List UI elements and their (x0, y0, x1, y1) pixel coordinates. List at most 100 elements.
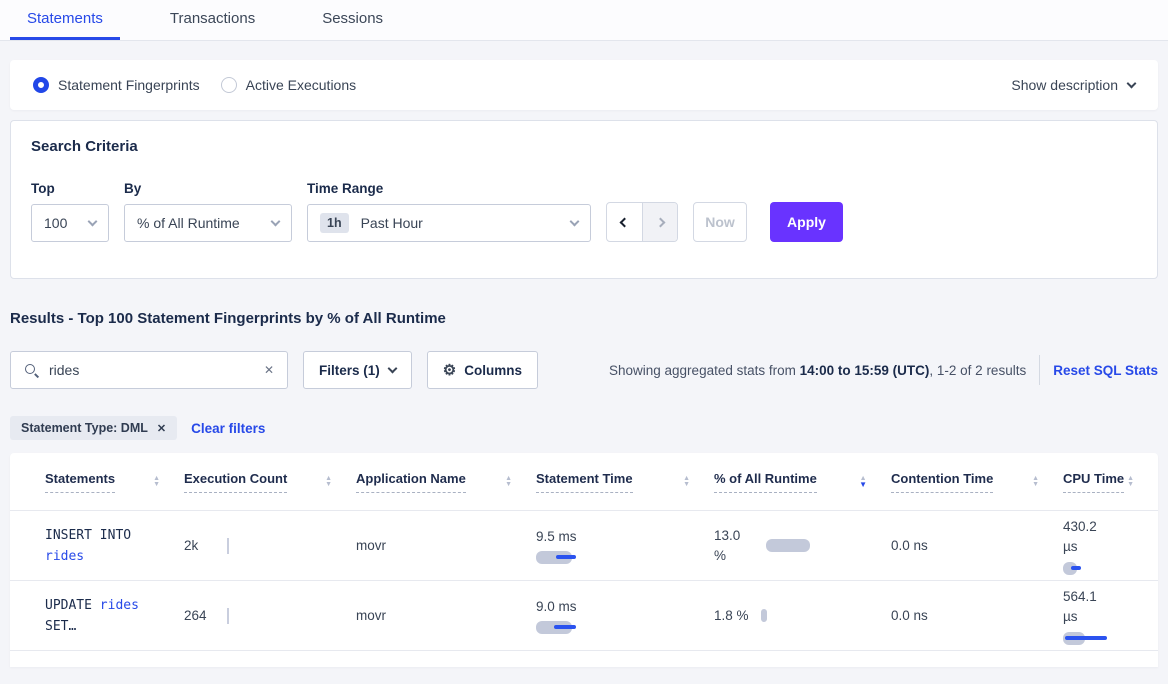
pct-runtime-bar (761, 609, 767, 622)
vertical-divider (1039, 355, 1040, 385)
radio-label: Active Executions (246, 77, 357, 93)
cpu-time-bar (1063, 562, 1081, 575)
stats-time-range: 14:00 to 15:59 (UTC) (800, 363, 930, 378)
column-header-contention-time[interactable]: Contention Time ▲▼ (891, 471, 1063, 493)
sort-icon[interactable]: ▲▼ (153, 476, 160, 488)
by-select-value: % of All Runtime (137, 215, 240, 231)
filter-chip-row: Statement Type: DML ✕ Clear filters (10, 416, 1158, 440)
pct-runtime-cell: 13.0 % (714, 526, 891, 566)
table-name-link[interactable]: rides (100, 598, 139, 613)
sort-icon[interactable]: ▲▼ (505, 476, 512, 488)
table-header-row: Statements ▲▼ Execution Count ▲▼ Applica… (10, 453, 1158, 511)
filter-chip-label: Statement Type: DML (21, 421, 148, 435)
cpu-time-cell: 430.2 µs (1063, 517, 1158, 575)
statement-time-cell: 9.0 ms (536, 598, 714, 634)
sort-icon[interactable]: ▲▼ (1127, 476, 1134, 488)
radio-statement-fingerprints[interactable]: Statement Fingerprints (33, 77, 200, 93)
contention-time-cell: 0.0 ns (891, 608, 1063, 623)
time-next-button[interactable] (642, 203, 677, 241)
radio-icon[interactable] (33, 77, 49, 93)
search-criteria-controls: Top 100 By % of All Runtime Time Range 1… (31, 181, 1137, 242)
by-field: By % of All Runtime (124, 181, 292, 242)
table-row: INSERT INTO rides 2k movr 9.5 ms 13.0 % … (10, 511, 1158, 581)
search-criteria-card: Search Criteria Top 100 By % of All Runt… (10, 120, 1158, 279)
filters-button[interactable]: Filters (1) (303, 351, 412, 389)
search-input[interactable]: rides ✕ (10, 351, 288, 389)
radio-active-executions[interactable]: Active Executions (221, 77, 357, 93)
chevron-down-icon (387, 364, 397, 374)
execution-count-bar (227, 538, 229, 554)
filters-button-label: Filters (1) (319, 363, 380, 378)
search-icon (24, 363, 39, 378)
tab-transactions[interactable]: Transactions (153, 0, 272, 40)
clear-search-icon[interactable]: ✕ (264, 363, 274, 377)
tab-statements[interactable]: Statements (10, 0, 120, 40)
chevron-down-icon (570, 217, 580, 227)
sort-icon[interactable]: ▲▼ (859, 476, 867, 488)
top-field: Top 100 (31, 181, 109, 242)
chevron-down-icon (88, 217, 98, 227)
search-criteria-title: Search Criteria (31, 138, 1137, 155)
column-header-cpu-time[interactable]: CPU Time ▲▼ (1063, 471, 1158, 493)
by-select[interactable]: % of All Runtime (124, 204, 292, 242)
search-input-value: rides (49, 362, 264, 378)
time-prev-button[interactable] (607, 203, 642, 241)
sort-icon[interactable]: ▲▼ (325, 476, 332, 488)
pct-runtime-cell: 1.8 % (714, 606, 891, 626)
application-name-cell: movr (356, 538, 536, 553)
results-heading: Results - Top 100 Statement Fingerprints… (10, 310, 1158, 327)
clear-filters-link[interactable]: Clear filters (191, 421, 265, 436)
top-select[interactable]: 100 (31, 204, 109, 242)
radio-label: Statement Fingerprints (58, 77, 200, 93)
column-header-statements[interactable]: Statements ▲▼ (45, 471, 184, 493)
stats-status-text: Showing aggregated stats from 14:00 to 1… (609, 363, 1026, 378)
view-toggle-bar: Statement Fingerprints Active Executions… (10, 60, 1158, 110)
chevron-down-icon (271, 217, 281, 227)
by-label: By (124, 181, 292, 196)
page-tabs: Statements Transactions Sessions (0, 0, 1168, 41)
show-description-label: Show description (1011, 77, 1118, 93)
gear-icon: ⚙ (443, 363, 456, 378)
chevron-right-icon (655, 217, 665, 227)
tab-sessions[interactable]: Sessions (305, 0, 400, 40)
cpu-time-bar (1063, 632, 1107, 645)
apply-button[interactable]: Apply (770, 202, 843, 242)
column-header-execution-count[interactable]: Execution Count ▲▼ (184, 471, 356, 493)
time-range-label: Time Range (307, 181, 591, 196)
statement-time-bar (536, 621, 576, 634)
statement-fingerprint-cell[interactable]: UPDATE rides SET… (45, 595, 157, 637)
chevron-down-icon (1127, 79, 1137, 89)
execution-count-cell: 264 (184, 608, 356, 624)
statement-time-cell: 9.5 ms (536, 528, 714, 564)
column-header-pct-runtime[interactable]: % of All Runtime ▲▼ (714, 471, 891, 493)
remove-filter-icon[interactable]: ✕ (157, 422, 166, 435)
time-nav-group (606, 202, 678, 242)
filter-chip-statement-type[interactable]: Statement Type: DML ✕ (10, 416, 177, 440)
execution-count-bar (227, 608, 229, 624)
pct-runtime-bar (766, 539, 810, 552)
statement-fingerprint-cell[interactable]: INSERT INTO rides (45, 525, 157, 567)
sort-icon[interactable]: ▲▼ (1032, 476, 1039, 488)
time-range-badge: 1h (320, 213, 349, 233)
now-button[interactable]: Now (693, 202, 747, 242)
execution-count-cell: 2k (184, 538, 356, 554)
time-range-field: Time Range 1h Past Hour (307, 181, 591, 242)
table-row: UPDATE rides SET… 264 movr 9.0 ms 1.8 % … (10, 581, 1158, 651)
cpu-time-cell: 564.1 µs (1063, 587, 1158, 645)
column-header-statement-time[interactable]: Statement Time ▲▼ (536, 471, 714, 493)
time-range-value: Past Hour (361, 215, 423, 231)
application-name-cell: movr (356, 608, 536, 623)
table-name-link[interactable]: rides (45, 549, 84, 564)
show-description-toggle[interactable]: Show description (1011, 77, 1135, 93)
radio-icon[interactable] (221, 77, 237, 93)
columns-button[interactable]: ⚙ Columns (427, 351, 538, 389)
top-select-value: 100 (44, 215, 67, 231)
time-range-select[interactable]: 1h Past Hour (307, 204, 591, 242)
reset-sql-stats-link[interactable]: Reset SQL Stats (1053, 363, 1158, 378)
table-footer-strip (10, 651, 1158, 664)
contention-time-cell: 0.0 ns (891, 538, 1063, 553)
column-header-application-name[interactable]: Application Name ▲▼ (356, 471, 536, 493)
chevron-left-icon (620, 217, 630, 227)
statements-table: Statements ▲▼ Execution Count ▲▼ Applica… (10, 453, 1158, 667)
sort-icon[interactable]: ▲▼ (683, 476, 690, 488)
